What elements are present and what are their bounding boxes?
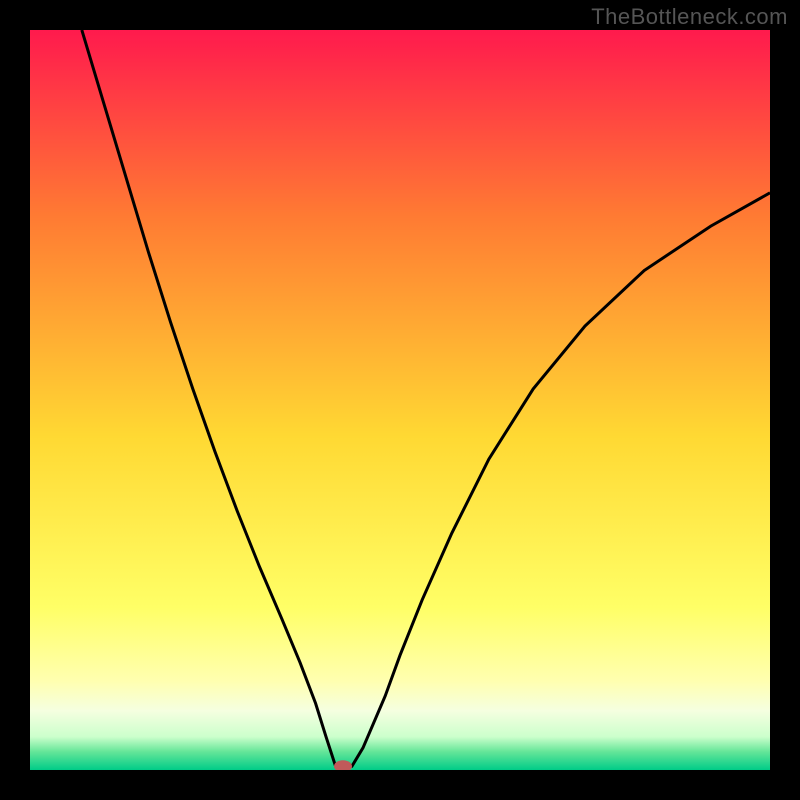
chart-svg <box>30 30 770 770</box>
chart-frame: TheBottleneck.com <box>0 0 800 800</box>
watermark-label: TheBottleneck.com <box>591 4 788 30</box>
plot-area <box>30 30 770 770</box>
